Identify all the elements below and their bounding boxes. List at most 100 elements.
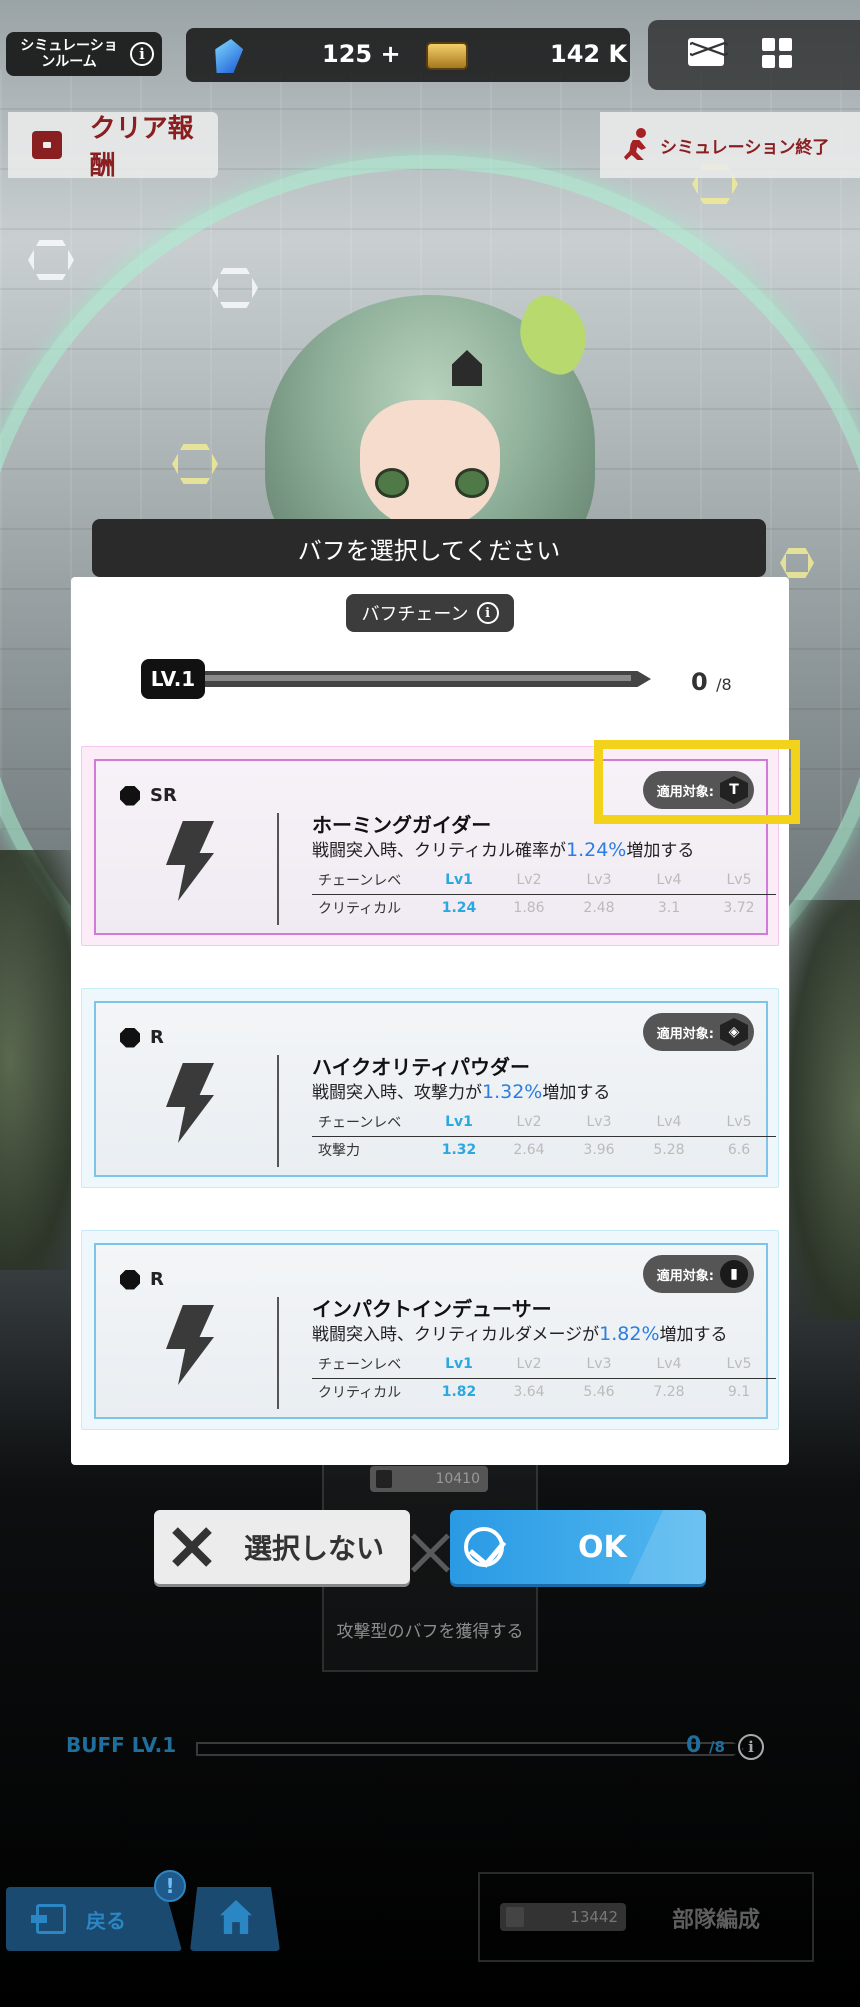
rarity-label: R (120, 1269, 164, 1290)
buff-desc-suffix: 増加する (659, 1325, 728, 1345)
chain-level-track: LV.1 (141, 659, 681, 699)
target-pill[interactable]: 適用対象: ◈ (642, 1013, 754, 1051)
buff-desc-text: 戦闘突入時、クリティカルダメージが (312, 1325, 600, 1345)
table-header-row: チェーンレベ Lv1 Lv2 Lv3 Lv4 Lv5 (312, 865, 776, 895)
buff-chain-label: バフチェーン (361, 604, 469, 625)
table-header: Lv1 (445, 1113, 473, 1130)
buff-card[interactable]: R ハイクオリティパウダー 戦闘突入時、攻撃力が1.32%増加する 適用対象: ◈… (81, 988, 779, 1188)
buff-desc-value: 1.82% (599, 1323, 660, 1345)
chain-level-badge: LV.1 (141, 659, 205, 699)
buff-description: 戦闘突入時、クリティカルダメージが1.82%増加する (312, 1320, 728, 1345)
table-cell: 7.28 (653, 1384, 685, 1400)
ok-button[interactable]: OK (450, 1510, 706, 1584)
target-label: 適用対象: (656, 1268, 714, 1284)
info-icon[interactable]: i (738, 1734, 764, 1760)
chain-level-bar (201, 671, 651, 687)
background-power-chip: 10410 (370, 1466, 488, 1492)
menu-grid-icon[interactable] (762, 38, 792, 68)
buff-card-frame: R ハイクオリティパウダー 戦闘突入時、攻撃力が1.32%増加する 適用対象: ◈… (94, 1001, 776, 1177)
skip-button[interactable]: 選択しない (154, 1510, 410, 1584)
info-icon[interactable]: i (476, 602, 499, 624)
rarity-label: R (120, 1027, 164, 1048)
character-eye (375, 468, 409, 498)
lightning-icon (166, 821, 214, 901)
formation-power-chip: 13442 (500, 1903, 626, 1931)
table-header: Lv2 (516, 871, 542, 888)
credit-icon (426, 42, 468, 70)
buff-chain-title[interactable]: バフチェーン i (346, 594, 514, 632)
card-divider (277, 1055, 279, 1167)
table-cell: 3.96 (583, 1142, 615, 1158)
alert-badge: ! (154, 1870, 186, 1902)
character-shadow-left (0, 850, 80, 1270)
rarity-text: SR (150, 785, 177, 806)
buff-desc-text: 戦闘突入時、攻撃力が (312, 1083, 482, 1103)
buff-desc-text: 戦闘突入時、クリティカル確率が (312, 841, 566, 861)
lightning-icon (166, 1305, 214, 1385)
table-header: Lv3 (586, 1355, 612, 1372)
lightning-icon (166, 1063, 214, 1143)
chain-level-table: チェーンレベ Lv1 Lv2 Lv3 Lv4 Lv5 クリティカル 1.82 3… (312, 1349, 776, 1405)
table-cell: 5.46 (583, 1384, 615, 1400)
chain-level-table: チェーンレベ Lv1 Lv2 Lv3 Lv4 Lv5 クリティカル 1.24 1… (312, 865, 776, 921)
table-header: Lv1 (445, 1355, 473, 1372)
clear-reward-button[interactable]: クリア報酬 (8, 112, 218, 181)
buff-level-count: 0 /8 (686, 1733, 725, 1758)
ok-label: OK (578, 1529, 627, 1565)
table-cell: 6.6 (727, 1142, 751, 1158)
rarity-label: SR (120, 785, 177, 806)
check-icon (464, 1527, 504, 1567)
background-buff-text: 攻撃型のバフを獲得する (336, 1622, 524, 1642)
rarity-icon (120, 1269, 140, 1290)
buff-level-current: 0 (686, 1733, 702, 1758)
buff-name: ハイクオリティパウダー (312, 1055, 530, 1079)
table-cell: 2.48 (583, 900, 615, 916)
end-simulation-button[interactable]: シミュレーション終了 (600, 112, 860, 178)
table-header: Lv2 (516, 1113, 542, 1130)
card-divider (277, 813, 279, 925)
table-cell: 2.64 (513, 1142, 545, 1158)
table-cell: 1.82 (441, 1384, 477, 1400)
top-bar: シミュレーションルーム i 125 + 142 K (0, 0, 860, 110)
target-pill[interactable]: 適用対象: ▮ (642, 1255, 754, 1293)
chain-level-table: チェーンレベ Lv1 Lv2 Lv3 Lv4 Lv5 攻撃力 1.32 2.64… (312, 1107, 776, 1163)
table-header: Lv1 (445, 871, 473, 888)
chain-level-max: /8 (716, 675, 732, 694)
rarity-icon (120, 785, 140, 806)
mail-icon[interactable] (688, 38, 725, 66)
table-header: Lv4 (656, 1113, 682, 1130)
room-label: シミュレーションルーム (20, 38, 118, 70)
buff-select-modal: バフチェーン i LV.1 0 /8 SR ホーミングガイダー 戦闘突入時、クリ… (71, 577, 789, 1465)
table-row: 攻撃力 1.32 2.64 3.96 5.28 6.6 (312, 1137, 776, 1163)
table-header: Lv5 (726, 1113, 752, 1130)
table-cell: 1.86 (513, 900, 545, 916)
table-row: クリティカル 1.82 3.64 5.46 7.28 9.1 (312, 1379, 776, 1405)
buff-name: インパクトインデューサー (312, 1297, 552, 1321)
buff-desc-value: 1.24% (565, 839, 627, 861)
rarity-text: R (150, 1027, 164, 1048)
back-button[interactable]: 戻る (6, 1887, 182, 1951)
buff-description: 戦闘突入時、クリティカル確率が1.24%増加する (312, 836, 694, 861)
character-eye (455, 468, 489, 498)
card-divider (277, 1297, 279, 1409)
buff-card[interactable]: R インパクトインデューサー 戦闘突入時、クリティカルダメージが1.82%増加す… (81, 1230, 779, 1430)
buff-desc-suffix: 増加する (626, 841, 695, 861)
info-icon[interactable]: i (130, 42, 154, 66)
gold-count: 142 K (550, 40, 628, 68)
chest-icon (32, 131, 62, 159)
chain-level-current: 0 (691, 668, 708, 696)
table-header: Lv3 (586, 1113, 612, 1130)
table-cell: 9.1 (727, 1384, 751, 1400)
clear-reward-label: クリア報酬 (89, 114, 194, 181)
top-right-panel (648, 20, 860, 90)
target-label: 適用対象: (656, 1026, 714, 1042)
stat-label: クリティカル (318, 1385, 402, 1401)
table-header-row: チェーンレベ Lv1 Lv2 Lv3 Lv4 Lv5 (312, 1349, 776, 1379)
rarity-icon (120, 1027, 140, 1048)
chain-level-count: 0 /8 (691, 668, 732, 696)
table-header: Lv5 (726, 1355, 752, 1372)
crossed-swords-icon (408, 1530, 454, 1576)
table-cell: 3.72 (723, 900, 755, 916)
gem-count[interactable]: 125 + (322, 40, 401, 68)
end-simulation-label: シミュレーション終了 (660, 137, 830, 158)
